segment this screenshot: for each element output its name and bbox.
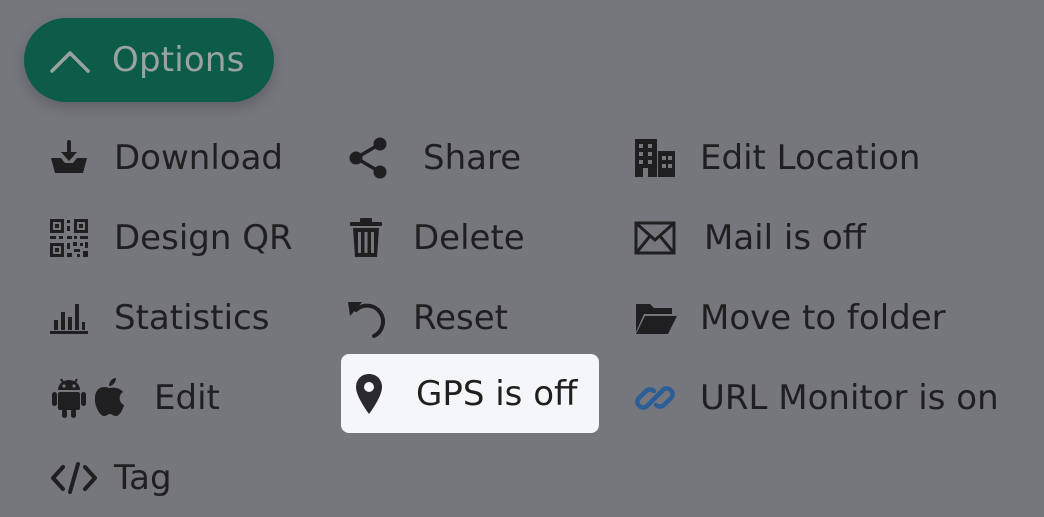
menu-item-label: Design QR xyxy=(114,218,293,258)
menu-item-move-to-folder[interactable]: Move to folder xyxy=(634,286,946,350)
menu-item-label: Statistics xyxy=(114,298,270,338)
options-panel: Options Download Design QR Statistics Ed… xyxy=(0,0,1044,517)
envelope-icon xyxy=(634,221,704,255)
download-tray-icon xyxy=(48,140,114,176)
menu-item-tag[interactable]: Tag xyxy=(50,446,172,510)
menu-item-label: Mail is off xyxy=(704,218,867,258)
menu-item-download[interactable]: Download xyxy=(48,126,283,190)
android-apple-icon xyxy=(50,376,154,420)
menu-item-statistics[interactable]: Statistics xyxy=(48,286,269,350)
menu-item-edit[interactable]: Edit xyxy=(50,366,220,430)
menu-item-label: Tag xyxy=(114,458,172,498)
menu-item-reset[interactable]: Reset xyxy=(346,286,508,350)
link-icon xyxy=(634,377,700,419)
menu-item-delete[interactable]: Delete xyxy=(348,206,525,270)
building-icon xyxy=(634,137,700,179)
undo-icon xyxy=(346,298,413,338)
options-toggle-button[interactable]: Options xyxy=(24,18,274,102)
qr-code-icon xyxy=(48,217,114,259)
chevron-up-icon xyxy=(48,45,92,75)
menu-item-label: Edit xyxy=(154,378,220,418)
bar-chart-icon xyxy=(48,300,114,336)
map-pin-icon xyxy=(355,373,416,415)
menu-item-mail[interactable]: Mail is off xyxy=(634,206,866,270)
menu-item-gps[interactable]: GPS is off xyxy=(341,354,599,433)
menu-item-label: Reset xyxy=(413,298,508,338)
code-tag-icon xyxy=(50,461,114,495)
menu-item-edit-location[interactable]: Edit Location xyxy=(634,126,920,190)
share-icon xyxy=(346,137,423,179)
folder-open-icon xyxy=(634,300,700,336)
menu-item-label: Move to folder xyxy=(700,298,946,338)
menu-item-design-qr[interactable]: Design QR xyxy=(48,206,293,270)
options-toggle-label: Options xyxy=(112,40,245,80)
menu-item-label: Edit Location xyxy=(700,138,921,178)
trash-icon xyxy=(348,217,413,259)
menu-item-label: URL Monitor is on xyxy=(700,378,999,418)
menu-item-label: GPS is off xyxy=(416,373,578,414)
menu-item-share[interactable]: Share xyxy=(346,126,521,190)
menu-item-label: Delete xyxy=(413,218,525,258)
menu-item-label: Download xyxy=(114,138,284,178)
menu-item-label: Share xyxy=(423,138,522,178)
menu-item-url-monitor[interactable]: URL Monitor is on xyxy=(634,366,999,430)
